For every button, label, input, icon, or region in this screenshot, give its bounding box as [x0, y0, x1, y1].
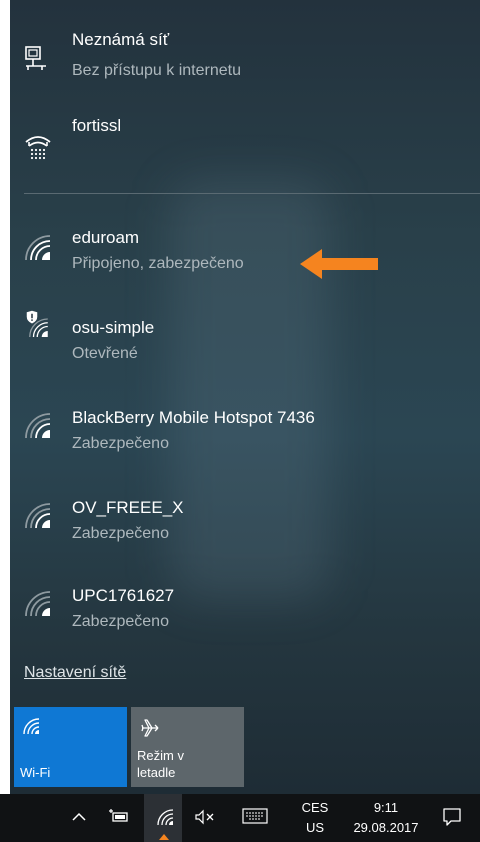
network-status: Zabezpečeno [72, 435, 169, 452]
dialup-icon [25, 136, 51, 160]
network-status: Otevřené [72, 345, 138, 362]
keyboard-layout: US [305, 820, 325, 835]
language-code: CES [301, 800, 329, 815]
wifi-open-shield-icon [26, 310, 48, 338]
network-item-blackberry[interactable]: BlackBerry Mobile Hotspot 7436 Zabezpeče… [10, 390, 480, 470]
network-item-eduroam[interactable]: eduroam Připojeno, zabezpečeno [10, 210, 480, 290]
network-item-upc1761627[interactable]: UPC1761627 Zabezpečeno [10, 568, 480, 648]
network-item-osu-simple[interactable]: osu-simple Otevřené [10, 300, 480, 380]
network-status: Připojeno, zabezpečeno [72, 255, 244, 272]
wifi-icon [25, 591, 51, 617]
network-tray-button[interactable] [144, 794, 182, 842]
network-status: Bez přístupu k internetu [72, 62, 241, 79]
network-flyout: Neznámá síť Bez přístupu k internetu for… [10, 0, 480, 794]
input-language[interactable]: CES US [300, 798, 330, 838]
network-status: Zabezpečeno [72, 613, 169, 630]
tile-label: Wi-Fi [20, 765, 51, 780]
network-name: BlackBerry Mobile Hotspot 7436 [72, 408, 315, 427]
ethernet-icon [25, 46, 46, 70]
clock-date: 29.08.2017 [353, 820, 419, 835]
action-center-icon[interactable] [442, 807, 462, 827]
taskbar: CES US 9:11 29.08.2017 [0, 794, 480, 842]
network-name: osu-simple [72, 318, 155, 337]
network-item-unknown[interactable]: Neznámá síť Bez přístupu k internetu [10, 0, 480, 80]
annotation-arrow [300, 249, 378, 279]
network-name: fortissl [72, 116, 122, 135]
network-name: Neznámá síť [72, 30, 170, 49]
network-item-fortissl[interactable]: fortissl [10, 96, 480, 176]
airplane-mode-tile[interactable]: Režim v letadle [131, 707, 244, 787]
network-name: OV_FREEE_X [72, 498, 184, 517]
clock-time: 9:11 [373, 800, 399, 815]
airplane-icon [141, 719, 159, 737]
tile-label: Režim v letadle [137, 747, 237, 781]
wifi-icon [25, 503, 51, 529]
divider [24, 193, 480, 194]
network-settings-link[interactable]: Nastavení sítě [24, 664, 126, 682]
network-name: UPC1761627 [72, 586, 175, 605]
network-name: eduroam [72, 228, 140, 247]
clock[interactable]: 9:11 29.08.2017 [348, 798, 424, 838]
wifi-icon [25, 413, 51, 439]
wifi-icon [23, 718, 40, 735]
wifi-icon [25, 235, 51, 261]
keyboard-icon[interactable] [242, 808, 268, 824]
power-icon[interactable] [108, 808, 130, 824]
wifi-icon [157, 809, 174, 826]
network-item-ov-freee-x[interactable]: OV_FREEE_X Zabezpečeno [10, 480, 480, 560]
wifi-toggle-tile[interactable]: Wi-Fi [14, 707, 127, 787]
caret-up-icon [159, 834, 169, 840]
network-status: Zabezpečeno [72, 525, 169, 542]
chevron-up-icon[interactable] [72, 812, 86, 822]
tile-label-line1: Režim v [137, 748, 184, 763]
tile-label-line2: letadle [137, 765, 176, 780]
volume-muted-icon[interactable] [194, 809, 216, 825]
